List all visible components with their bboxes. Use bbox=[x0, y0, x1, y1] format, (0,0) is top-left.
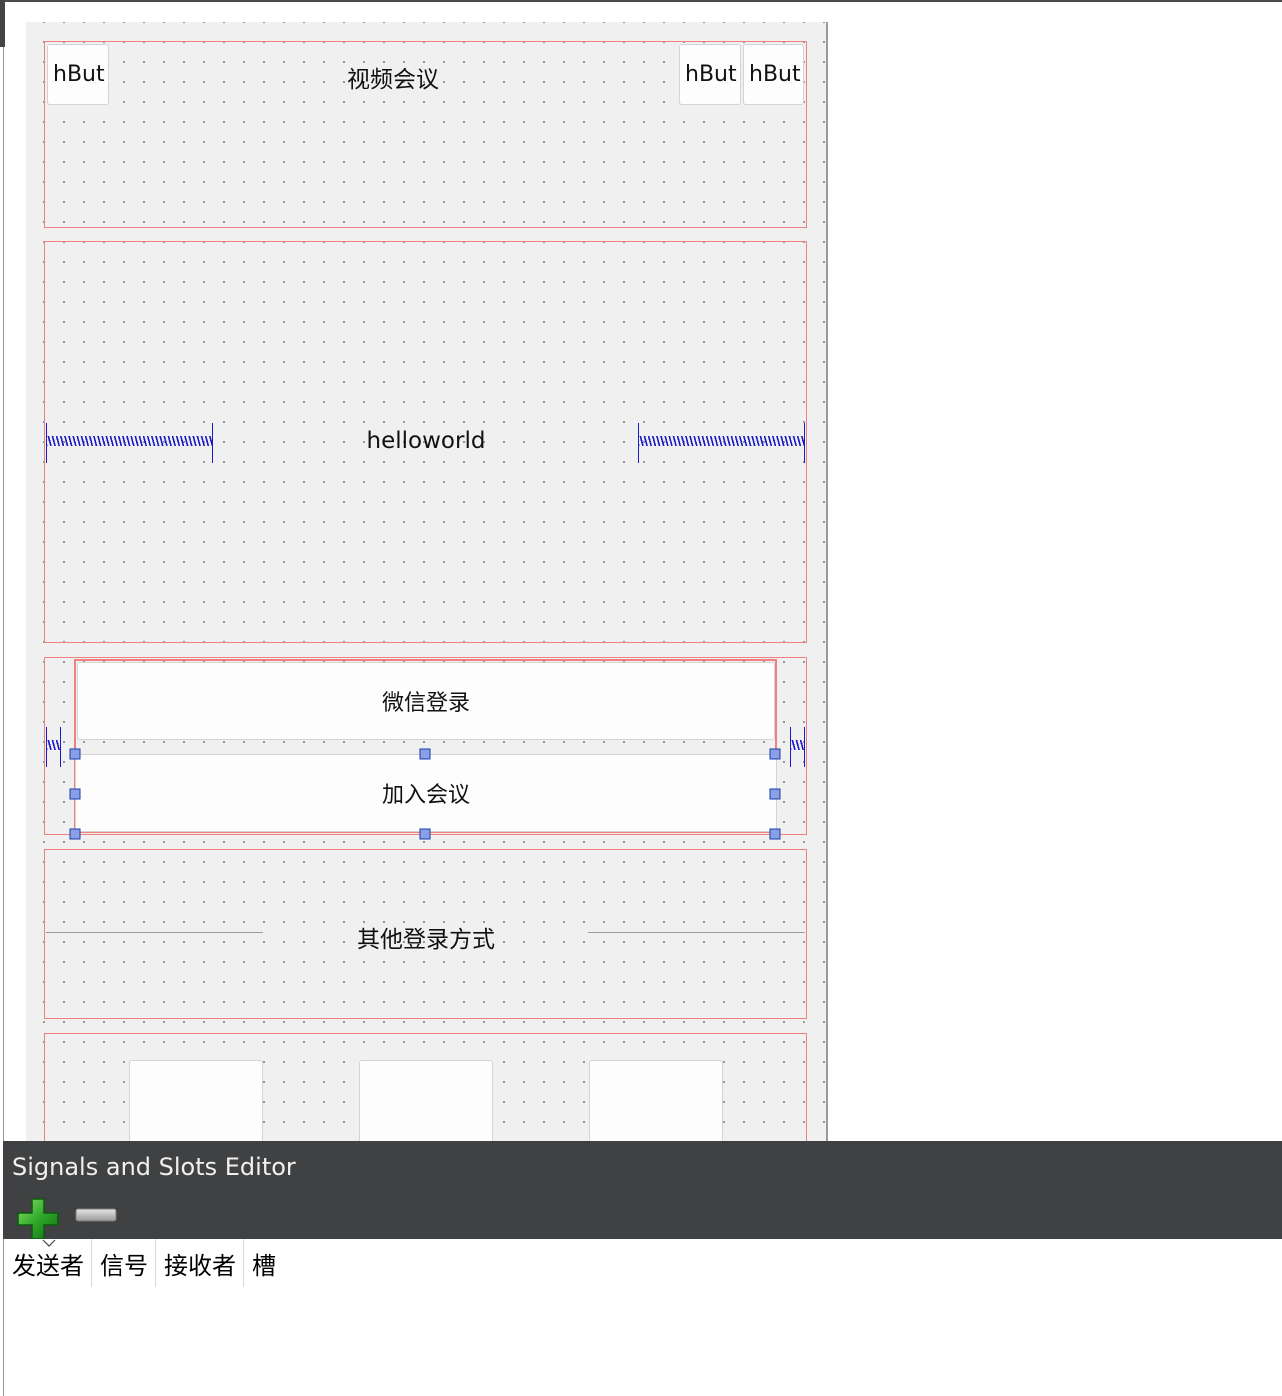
spacer-end bbox=[638, 423, 639, 463]
spacer-end bbox=[804, 727, 805, 767]
join-meeting-button[interactable]: 加入会议 bbox=[75, 754, 777, 832]
other-login-right-line bbox=[588, 932, 805, 933]
column-header-receiver[interactable]: 接收者 bbox=[156, 1239, 244, 1287]
selection-handle[interactable] bbox=[769, 788, 781, 800]
top-right-button-2[interactable]: hBut bbox=[743, 44, 804, 105]
selection-handle[interactable] bbox=[769, 828, 781, 840]
bottom-button-1[interactable]: ... bbox=[129, 1060, 263, 1141]
selection-handle[interactable] bbox=[419, 828, 431, 840]
wechat-login-button[interactable]: 微信登录 bbox=[77, 662, 775, 740]
window-left-border bbox=[3, 47, 4, 1141]
spacer-end bbox=[46, 727, 47, 767]
top-left-button[interactable]: hBut bbox=[47, 44, 109, 105]
spacer-pattern bbox=[46, 740, 61, 750]
login-right-spacer[interactable] bbox=[790, 727, 805, 767]
bottom-button-3[interactable]: ... bbox=[589, 1060, 723, 1141]
form-canvas[interactable]: hBut 视频会议 hBut hBut helloworld 微信登录 加入会议… bbox=[26, 22, 828, 1141]
login-left-spacer[interactable] bbox=[46, 727, 61, 767]
top-right-button-1[interactable]: hBut bbox=[679, 44, 741, 105]
bottom-button-2[interactable]: ... bbox=[359, 1060, 493, 1141]
window-left-edge bbox=[0, 0, 5, 47]
spacer-pattern bbox=[46, 436, 213, 446]
selection-handle[interactable] bbox=[69, 828, 81, 840]
hello-left-spacer[interactable] bbox=[46, 423, 213, 463]
connections-table[interactable]: 发送者 信号 接收者 槽 bbox=[3, 1239, 1282, 1396]
spacer-end bbox=[212, 423, 213, 463]
dock-title: Signals and Slots Editor bbox=[12, 1153, 296, 1181]
column-header-slot[interactable]: 槽 bbox=[244, 1239, 288, 1287]
spacer-end bbox=[60, 727, 61, 767]
spacer-end bbox=[46, 423, 47, 463]
spacer-end bbox=[804, 423, 805, 463]
selection-handle[interactable] bbox=[69, 788, 81, 800]
spacer-pattern bbox=[638, 436, 805, 446]
signals-slots-dock-titlebar[interactable]: Signals and Slots Editor bbox=[3, 1141, 1282, 1241]
other-login-label: 其他登录方式 bbox=[357, 927, 495, 953]
selection-handle[interactable] bbox=[419, 748, 431, 760]
remove-connection-button[interactable] bbox=[75, 1205, 117, 1225]
other-login-left-line bbox=[46, 932, 263, 933]
add-connection-button[interactable] bbox=[16, 1197, 60, 1241]
selection-handle[interactable] bbox=[769, 748, 781, 760]
minus-icon bbox=[75, 1208, 117, 1222]
spacer-end bbox=[790, 727, 791, 767]
spacer-pattern bbox=[790, 740, 805, 750]
title-label: 视频会议 bbox=[347, 67, 439, 93]
window-top-border bbox=[0, 0, 1282, 2]
plus-icon bbox=[17, 1198, 59, 1240]
selection-handle[interactable] bbox=[69, 748, 81, 760]
hello-label: helloworld bbox=[366, 428, 486, 454]
column-header-sender[interactable]: 发送者 bbox=[4, 1239, 92, 1287]
hello-right-spacer[interactable] bbox=[638, 423, 805, 463]
column-header-signal[interactable]: 信号 bbox=[92, 1239, 156, 1287]
